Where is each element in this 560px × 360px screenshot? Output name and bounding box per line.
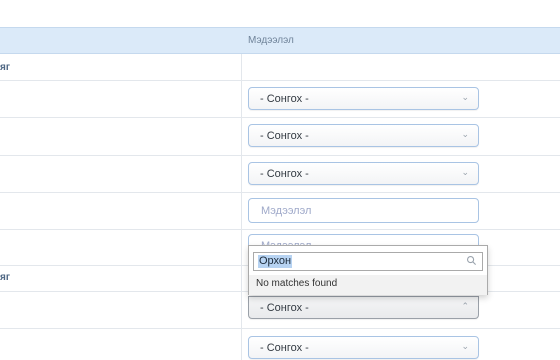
row-divider [0, 80, 560, 81]
select-field[interactable]: - Сонгох - ⌄ [248, 124, 479, 147]
chevron-down-icon: ⌄ [461, 167, 469, 177]
search-query: Орхон [258, 255, 293, 268]
form-page: Мэдээлэл яг яг - Сонгох - ⌄ - Сонгох - ⌄… [0, 0, 560, 360]
no-results-message: No matches found [249, 275, 487, 295]
table-header: Мэдээлэл [0, 27, 560, 54]
select-value: - Сонгох - [260, 168, 309, 180]
info-text-input[interactable]: Мэдээлэл [248, 198, 479, 223]
select-field[interactable]: - Сонгох - ⌄ [248, 87, 479, 110]
input-placeholder: Мэдээлэл [261, 205, 312, 217]
search-icon [467, 256, 477, 266]
row-divider [0, 229, 560, 230]
column-divider [241, 54, 242, 360]
select-value: - Сонгох - [260, 342, 309, 354]
select-value: - Сонгох - [260, 302, 309, 314]
no-results-text: No matches found [256, 278, 338, 289]
chevron-down-icon: ⌄ [461, 92, 469, 102]
select-dropdown: Орхон No matches found [248, 245, 488, 295]
row-divider [0, 117, 560, 118]
row-divider [0, 328, 560, 329]
select-value: - Сонгох - [260, 93, 309, 105]
select-field[interactable]: - Сонгох - ⌄ [248, 162, 479, 185]
select-value: - Сонгох - [260, 130, 309, 142]
section-label: яг [0, 62, 10, 73]
select-field-open[interactable]: - Сонгох - ⌃ [248, 296, 479, 319]
dropdown-search-input[interactable]: Орхон [253, 252, 483, 271]
chevron-up-icon: ⌃ [461, 301, 469, 311]
column-header-info: Мэдээлэл [248, 35, 294, 46]
section-label: яг [0, 272, 10, 283]
row-divider [0, 155, 560, 156]
chevron-down-icon: ⌄ [461, 129, 469, 139]
select-field[interactable]: - Сонгох - ⌄ [248, 336, 479, 359]
row-divider [0, 192, 560, 193]
chevron-down-icon: ⌄ [461, 341, 469, 351]
